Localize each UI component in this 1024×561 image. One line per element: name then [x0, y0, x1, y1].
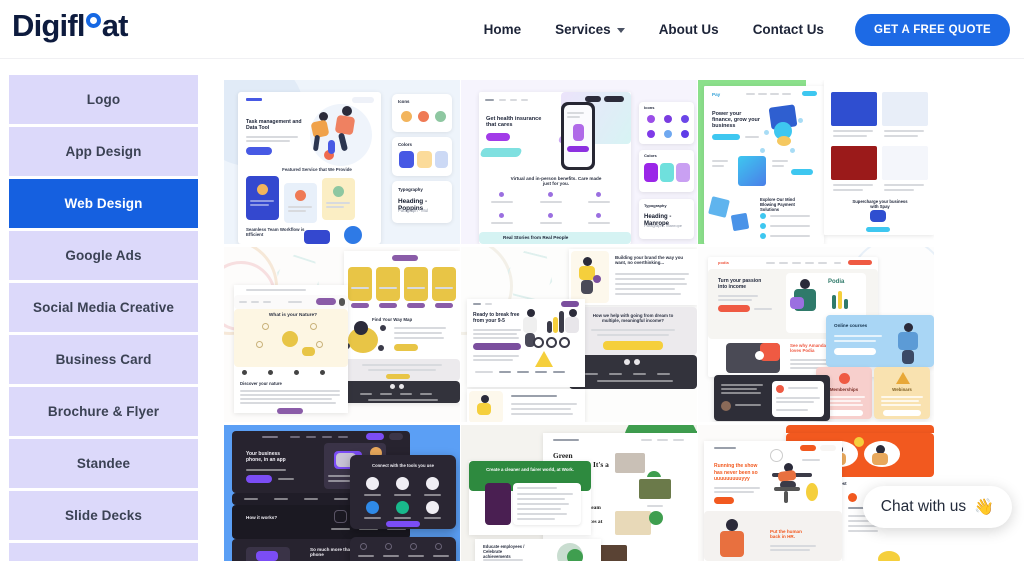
panel-label: Icons [398, 99, 410, 104]
waving-hand-icon: 👋 [974, 499, 994, 516]
card-sub-section: Seamless Team Workflow is Efficient [246, 227, 305, 238]
card-brand: Pay [712, 92, 721, 97]
card-section-title: How it works? [246, 515, 278, 520]
card-title: Connect with the tools you use [372, 463, 434, 468]
sidebar-item-label: Slide Decks [65, 508, 142, 523]
logo-text-post: at [101, 8, 129, 43]
portfolio-item-nature-quiz[interactable]: Find Your Way Map What is your Nature? D… [224, 247, 460, 422]
card-cta-button [246, 147, 272, 155]
sidebar-item-label: Business Card [55, 352, 152, 367]
site-header: Digifl at Home Services About Us Contact … [0, 0, 1024, 59]
card-features-panel [350, 537, 456, 561]
sidebar-item-label: Standee [76, 456, 131, 471]
sidebar-item-web-design[interactable]: Web Design [9, 179, 198, 228]
portfolio-item-passion-income[interactable]: podia Turn your passion into income Podi… [698, 247, 934, 422]
chat-widget-label: Chat with us [880, 498, 967, 515]
card-headline: What is your Nature? [268, 313, 318, 318]
card-panel-typography: Typography Heading - Poppins Paragraph -… [392, 181, 452, 223]
panel-label: Icons [644, 105, 655, 110]
sidebar-item-app-design[interactable]: App Design [9, 127, 198, 176]
nav-label: Home [483, 22, 522, 37]
portfolio-item-task-management[interactable]: Task management and Data Tool Featured S… [224, 80, 460, 244]
card-online-courses: Online courses [826, 315, 934, 367]
sidebar-item-label: Logo [86, 92, 121, 107]
sidebar-item-label: Web Design [64, 196, 143, 211]
chevron-down-icon [616, 28, 625, 33]
card-sub-section: Real Stories from Real People [503, 235, 569, 240]
card-section-title: Virtual and in-person benefits. Care mad… [510, 176, 602, 187]
main-navigation: Home Services About Us Contact Us GET A … [467, 0, 1010, 59]
card-sub-section: Create a cleaner and fairer world, at Wo… [486, 467, 574, 472]
card-illustration-label: Podia [828, 279, 845, 285]
card-panel-colors: Colors [639, 150, 694, 192]
card-testimonial [714, 375, 830, 421]
sidebar-item-slide-decks[interactable]: Slide Decks [9, 491, 198, 540]
logo-text-pre: Digifl [12, 8, 85, 43]
sidebar-item-brochure-flyer[interactable]: Brochure & Flyer [9, 387, 198, 436]
get-a-free-quote-button[interactable]: GET A FREE QUOTE [854, 13, 1010, 46]
panel-label: Colors [644, 153, 657, 158]
card-webinars: Webinars [874, 367, 930, 419]
sidebar-item-label: Social Media Creative [33, 300, 174, 315]
sidebar-item-logo[interactable]: Logo [9, 75, 198, 124]
card-headline: Power your finance, grow your business [712, 111, 760, 130]
card-section-title: Put the human back in HR. [770, 529, 802, 540]
nav-label: Services [555, 22, 611, 37]
panel-paragraph: Paragraph - Manrope [644, 223, 683, 228]
nav-label: Contact Us [752, 22, 824, 37]
portfolio-item-business-phone[interactable]: Your business phone, in an app How it wo… [224, 425, 460, 561]
card-headline: Task management and Data Tool [246, 119, 302, 131]
card-section-title: Featured Service that We Provide [282, 167, 352, 172]
category-sidebar: Logo App Design Web Design Google Ads So… [9, 75, 198, 561]
card-label: Online courses [834, 323, 868, 328]
portfolio-item-fintech-payments[interactable]: Pay Power your finance, grow your busine… [698, 80, 934, 244]
card-tools-panel: Connect with the tools you use [350, 455, 456, 529]
portfolio-item-green-revolution[interactable]: Green Revolution? It's a team effort. Ch… [461, 425, 697, 561]
sidebar-item-social-media-creative[interactable]: Social Media Creative [9, 283, 198, 332]
logo[interactable]: Digifl at [12, 8, 128, 44]
card-panel-icons: Icons [639, 102, 694, 144]
card-headline: Get health insurance that cares [486, 116, 542, 129]
nav-item-contact-us[interactable]: Contact Us [736, 22, 841, 37]
card-panel-typography: Typography Heading - Manrope Paragraph -… [639, 199, 694, 239]
circle-ring-icon [85, 13, 101, 28]
card-label: Webinars [892, 387, 912, 392]
portfolio-item-health-insurance[interactable]: Get health insurance that cares Virtual … [461, 80, 697, 244]
card-section-title: Explore Our Mind Blowing Payment Solutio… [760, 197, 795, 212]
panel-label: Typography [644, 203, 667, 208]
card-sub-section: How we help with going from dream to mul… [592, 313, 674, 324]
card-headline: Running the show has never been so uuuuu… [714, 463, 758, 482]
card-section-title: Discover your nature [240, 381, 282, 386]
card-headline: Turn your passion into income [718, 278, 762, 290]
sidebar-item-google-ads[interactable]: Google Ads [9, 231, 198, 280]
nav-label: About Us [658, 22, 719, 37]
panel-label: Colors [398, 142, 412, 147]
card-logo: podia [718, 260, 729, 265]
panel-label: Typography [398, 187, 423, 192]
sidebar-item-label: Google Ads [65, 248, 142, 263]
panel-paragraph: Paragraph - Mul [398, 208, 429, 213]
chat-widget[interactable]: Chat with us 👋 [862, 486, 1012, 528]
portfolio-item-break-free[interactable]: Building your brand the way you want, no… [461, 247, 697, 422]
card-sub-section: Find Your Way Map [372, 317, 413, 322]
nav-item-home[interactable]: Home [467, 22, 539, 37]
card-headline: Ready to break free from your 9-5 [473, 312, 520, 324]
sidebar-item-business-card[interactable]: Business Card [9, 335, 198, 384]
sidebar-item-partial[interactable] [9, 543, 198, 561]
sidebar-item-standee[interactable]: Standee [9, 439, 198, 488]
card-panel-colors: Colors [392, 137, 452, 176]
card-headline: Your business phone, in an app [246, 451, 286, 463]
card-side-note: Educate employees / Celebrate achievemen… [483, 544, 525, 559]
card-section-title: Building your brand the way you want, no… [615, 255, 684, 266]
card-sub-section: Supercharge your business with Spay [852, 199, 908, 209]
nav-item-services[interactable]: Services [538, 22, 642, 37]
card-panel-icons: Icons [392, 94, 452, 132]
sidebar-item-label: Brochure & Flyer [47, 404, 160, 419]
sidebar-item-label: App Design [65, 144, 142, 159]
nav-item-about-us[interactable]: About Us [642, 22, 736, 37]
